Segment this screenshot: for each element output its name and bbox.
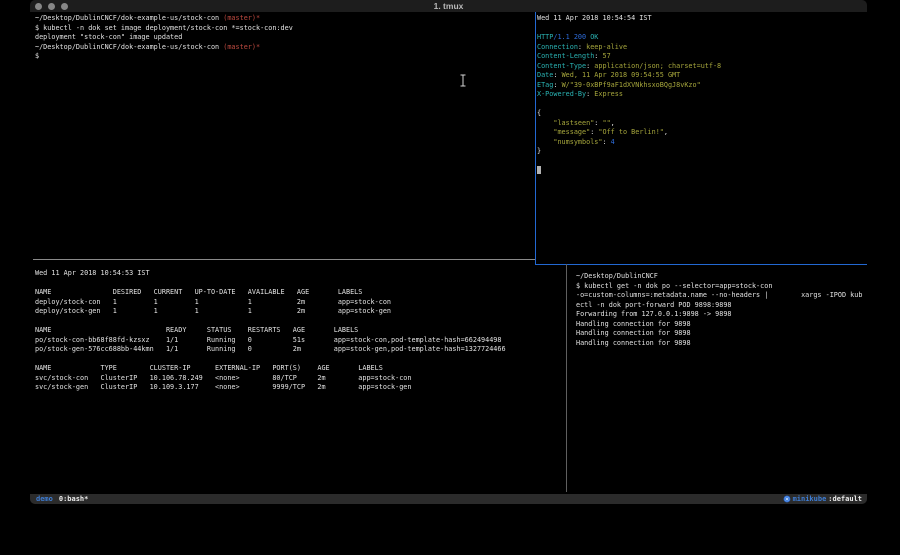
terminal-line	[537, 24, 721, 34]
terminal-line: {	[537, 109, 721, 119]
terminal-line: ~/Desktop/DublinCNCF/dok-example-us/stoc…	[35, 43, 293, 53]
window-titlebar[interactable]: 1. tmux	[30, 0, 867, 12]
terminal-line	[537, 166, 721, 176]
pane-divider-horizontal-active[interactable]	[535, 264, 867, 265]
terminal-line: $ kubectl -n dok set image deployment/st…	[35, 24, 293, 34]
pane-divider-horizontal-left[interactable]	[33, 259, 535, 260]
terminal-line: Wed 11 Apr 2018 10:54:54 IST	[537, 14, 721, 24]
terminal-line: deployment "stock-con" image updated	[35, 33, 293, 43]
kubernetes-helm-icon	[783, 495, 791, 503]
terminal-line: Forwarding from 127.0.0.1:9898 -> 9898	[576, 310, 862, 320]
terminal-line: Connection: keep-alive	[537, 43, 721, 53]
terminal-line: deploy/stock-con 1 1 1 1 2m app=stock-co…	[35, 298, 506, 308]
terminal-line: HTTP/1.1 200 OK	[537, 33, 721, 43]
terminal-line: svc/stock-con ClusterIP 10.106.78.249 <n…	[35, 374, 506, 384]
kube-namespace: :default	[828, 494, 862, 504]
tmux-window-label[interactable]: 0:bash*	[59, 494, 89, 504]
terminal-line: po/stock-con-bb68f88fd-kzsxz 1/1 Running…	[35, 336, 506, 346]
terminal-line	[35, 317, 506, 327]
terminal-line: po/stock-gen-576cc688bb-44kmn 1/1 Runnin…	[35, 345, 506, 355]
terminal-line	[35, 279, 506, 289]
pane-http-response-top-right[interactable]: Wed 11 Apr 2018 10:54:54 IST HTTP/1.1 20…	[537, 14, 721, 176]
terminal-line: Content-Type: application/json; charset=…	[537, 62, 721, 72]
terminal-line: X-Powered-By: Express	[537, 90, 721, 100]
terminal-line: "lastseen": "",	[537, 119, 721, 129]
terminal-line: ETag: W/"39-0xBPf9aF1dXVNkhsxoBQgJ8vKzo"	[537, 81, 721, 91]
terminal-content: ~/Desktop/DublinCNCF/dok-example-us/stoc…	[30, 12, 867, 494]
pane-shell-top-left[interactable]: ~/Desktop/DublinCNCF/dok-example-us/stoc…	[35, 14, 293, 62]
terminal-line	[35, 355, 506, 365]
terminal-line: NAME TYPE CLUSTER-IP EXTERNAL-IP PORT(S)…	[35, 364, 506, 374]
terminal-line: NAME DESIRED CURRENT UP-TO-DATE AVAILABL…	[35, 288, 506, 298]
terminal-line: Handling connection for 9898	[576, 320, 862, 330]
pane-port-forward-bottom-right[interactable]: ~/Desktop/DublinCNCF$ kubectl get -n dok…	[576, 272, 862, 348]
terminal-line: }	[537, 147, 721, 157]
terminal-line: ectl -n dok port-forward POD 9898:9898	[576, 301, 862, 311]
terminal-line: Handling connection for 9898	[576, 329, 862, 339]
terminal-line: Content-Length: 57	[537, 52, 721, 62]
terminal-line: svc/stock-gen ClusterIP 10.109.3.177 <no…	[35, 383, 506, 393]
tmux-status-bar: demo 0:bash* minikube:default	[30, 494, 867, 504]
tmux-session-name: demo	[36, 494, 53, 504]
desktop: 1. tmux ~/Desktop/DublinCNCF/dok-example…	[0, 0, 900, 555]
window-title: 1. tmux	[30, 0, 867, 12]
terminal-line: $	[35, 52, 293, 62]
pane-divider-vertical-bottom[interactable]	[566, 264, 567, 492]
terminal-line: "numsymbols": 4	[537, 138, 721, 148]
terminal-line: ~/Desktop/DublinCNCF/dok-example-us/stoc…	[35, 14, 293, 24]
pane-divider-vertical-active[interactable]	[535, 12, 536, 264]
terminal-line: -o=custom-columns=:metadata.name --no-he…	[576, 291, 862, 301]
terminal-window: 1. tmux ~/Desktop/DublinCNCF/dok-example…	[30, 0, 867, 504]
kube-status-segment: minikube:default	[783, 494, 862, 504]
terminal-line: Wed 11 Apr 2018 10:54:53 IST	[35, 269, 506, 279]
terminal-line: Handling connection for 9898	[576, 339, 862, 349]
kube-context: minikube	[793, 494, 827, 504]
terminal-line: "message": "Off to Berlin!",	[537, 128, 721, 138]
mouse-ibeam-cursor	[459, 72, 467, 91]
terminal-line: Date: Wed, 11 Apr 2018 09:54:55 GMT	[537, 71, 721, 81]
terminal-line	[537, 100, 721, 110]
terminal-line: NAME READY STATUS RESTARTS AGE LABELS	[35, 326, 506, 336]
terminal-line: $ kubectl get -n dok po --selector=app=s…	[576, 282, 862, 292]
terminal-line: ~/Desktop/DublinCNCF	[576, 272, 862, 282]
pane-kubectl-get-bottom-left[interactable]: Wed 11 Apr 2018 10:54:53 IST NAME DESIRE…	[35, 269, 506, 393]
terminal-line: deploy/stock-gen 1 1 1 1 2m app=stock-ge…	[35, 307, 506, 317]
terminal-line	[537, 157, 721, 167]
